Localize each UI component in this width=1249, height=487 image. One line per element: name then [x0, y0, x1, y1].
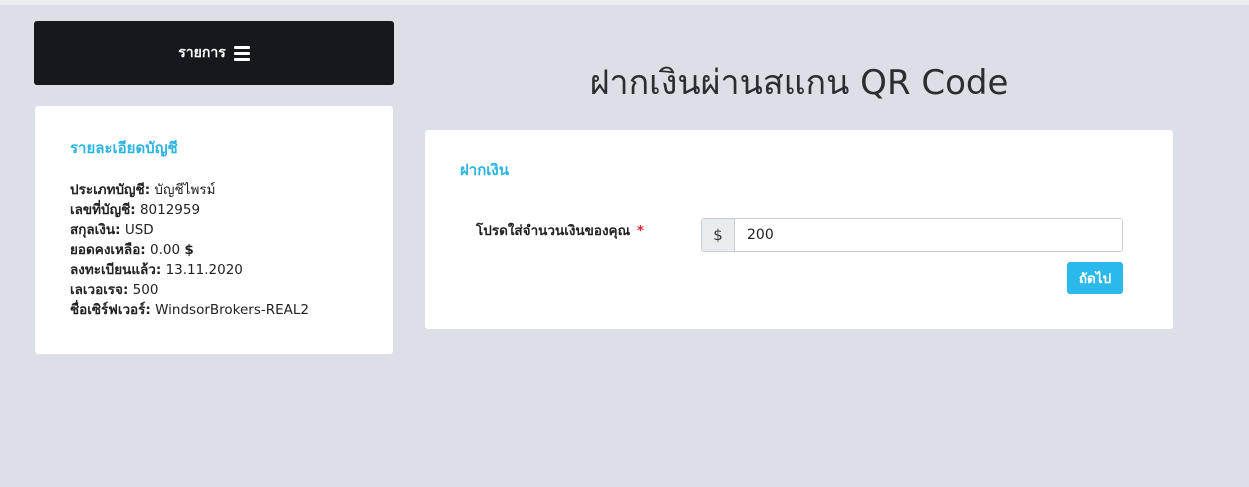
page-title: ฝากเงินผ่านสแกน QR Code [589, 63, 1009, 103]
amount-label: โปรดใส่จำนวนเงินของคุณ * [476, 223, 644, 239]
account-details-list: ประเภทบัญชี: บัญชีไพรม์ เลขที่บัญชี: 801… [70, 180, 358, 320]
menu-button[interactable]: รายการ [34, 21, 394, 85]
dollar-icon: $ [702, 219, 735, 251]
next-button[interactable]: ถัดไป [1067, 262, 1123, 294]
amount-input[interactable] [735, 219, 1122, 251]
top-bar [0, 0, 1249, 5]
balance-row: ยอดคงเหลือ: 0.00 $ [70, 242, 194, 258]
account-number-row: เลขที่บัญชี: 8012959 [70, 202, 201, 218]
menu-label: รายการ [178, 45, 226, 61]
account-type-row: ประเภทบัญชี: บัญชีไพรม์ [70, 182, 216, 198]
account-details-title: รายละเอียดบัญชี [70, 139, 178, 157]
registered-date-row: ลงทะเบียนแล้ว: 13.11.2020 [70, 262, 243, 278]
required-mark: * [636, 223, 644, 239]
server-name-row: ชื่อเซิร์ฟเวอร์: WindsorBrokers-REAL2 [70, 302, 310, 318]
hamburger-menu-icon [233, 45, 250, 61]
currency-row: สกุลเงิน: USD [70, 222, 154, 238]
deposit-title: ฝากเงิน [460, 161, 509, 179]
account-details-card: รายละเอียดบัญชี ประเภทบัญชี: บัญชีไพรม์ … [35, 106, 393, 354]
deposit-card: ฝากเงิน โปรดใส่จำนวนเงินของคุณ * $ ถัดไป [425, 130, 1173, 329]
amount-input-group: $ [701, 218, 1123, 252]
leverage-row: เลเวอเรจ: 500 [70, 282, 159, 298]
